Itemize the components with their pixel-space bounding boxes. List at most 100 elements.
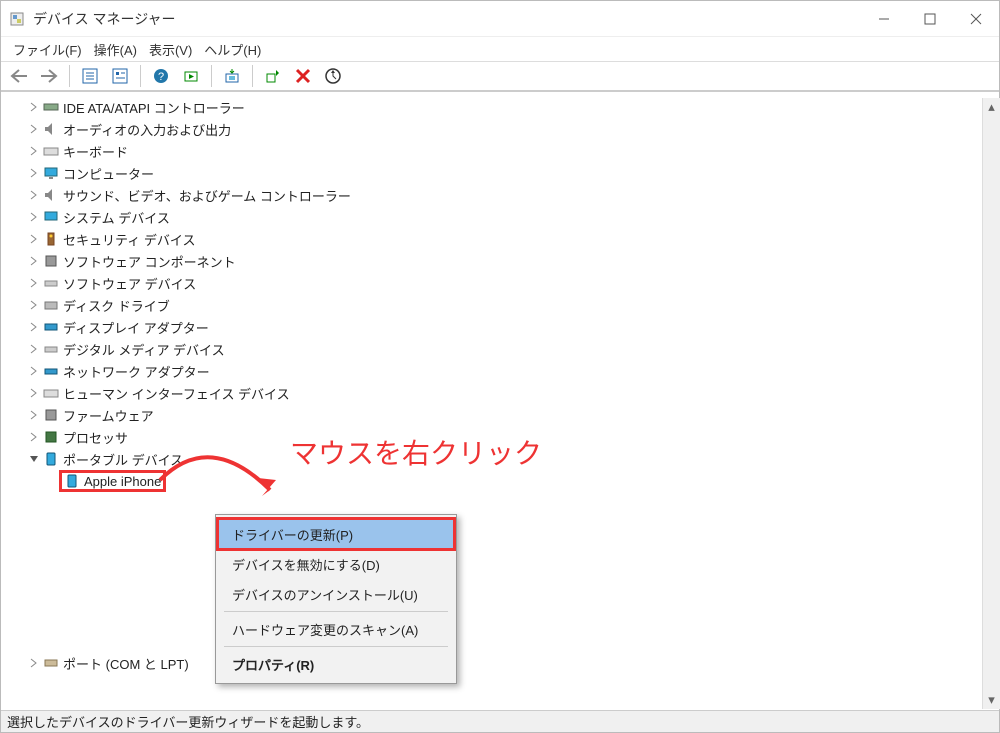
menu-file[interactable]: ファイル(F) (13, 40, 82, 59)
security-icon (43, 231, 59, 247)
node-label: IDE ATA/ATAPI コントローラー (63, 98, 245, 117)
tree-node-processor[interactable]: プロセッサ (3, 426, 997, 448)
ctx-update-driver[interactable]: ドライバーの更新(P) (218, 519, 454, 549)
menu-view[interactable]: 表示(V) (149, 40, 192, 59)
help-button[interactable]: ? (149, 64, 173, 88)
ctx-label: プロパティ(R) (232, 655, 314, 674)
scan-hardware-button[interactable] (321, 64, 345, 88)
tree-node-ide[interactable]: IDE ATA/ATAPI コントローラー (3, 96, 997, 118)
expand-icon[interactable] (25, 658, 43, 668)
tree-node-apple-iphone[interactable]: Apple iPhone (3, 470, 997, 492)
ctx-uninstall-device[interactable]: デバイスのアンインストール(U) (218, 579, 454, 609)
window-title: デバイス マネージャー (33, 9, 861, 29)
node-label: デジタル メディア デバイス (63, 340, 225, 359)
menu-action[interactable]: 操作(A) (94, 40, 137, 59)
expand-icon[interactable] (25, 366, 43, 376)
tree-node-sound[interactable]: サウンド、ビデオ、およびゲーム コントローラー (3, 184, 997, 206)
device-tree-pane[interactable]: IDE ATA/ATAPI コントローラー オーディオの入力および出力 キーボー… (1, 91, 999, 710)
statusbar: 選択したデバイスのドライバー更新ウィザードを起動します。 (1, 710, 999, 732)
tree-node-disk[interactable]: ディスク ドライブ (3, 294, 997, 316)
scroll-up-icon[interactable]: ▴ (983, 98, 1000, 116)
tree-node-audio[interactable]: オーディオの入力および出力 (3, 118, 997, 140)
maximize-button[interactable] (907, 3, 953, 35)
tree-node-swcomp[interactable]: ソフトウェア コンポーネント (3, 250, 997, 272)
toolbar-divider (69, 65, 70, 87)
node-label: セキュリティ デバイス (63, 230, 195, 249)
ctx-label: デバイスを無効にする(D) (232, 555, 380, 574)
media-icon (43, 341, 59, 357)
show-all-button[interactable] (78, 64, 102, 88)
ctx-label: ハードウェア変更のスキャン(A) (232, 620, 418, 639)
node-label: システム デバイス (63, 208, 170, 227)
tree-node-display[interactable]: ディスプレイ アダプター (3, 316, 997, 338)
context-menu: ドライバーの更新(P) デバイスを無効にする(D) デバイスのアンインストール(… (215, 514, 457, 684)
vertical-scrollbar[interactable]: ▴ ▾ (982, 98, 1000, 709)
expand-icon[interactable] (25, 322, 43, 332)
expand-icon[interactable] (25, 190, 43, 200)
tree-node-firmware[interactable]: ファームウェア (3, 404, 997, 426)
tree-node-ports[interactable]: ポート (COM と LPT) (3, 652, 997, 674)
computer-icon (43, 209, 59, 225)
node-label: ソフトウェア コンポーネント (63, 252, 236, 271)
expand-icon[interactable] (25, 278, 43, 288)
portable-icon (43, 451, 59, 467)
ctx-scan-hardware[interactable]: ハードウェア変更のスキャン(A) (218, 614, 454, 644)
keyboard-icon (43, 143, 59, 159)
expand-icon[interactable] (25, 234, 43, 244)
back-button[interactable] (7, 64, 31, 88)
enable-device-button[interactable] (261, 64, 285, 88)
properties-button[interactable] (108, 64, 132, 88)
expand-icon[interactable] (25, 212, 43, 222)
tree-node-swdev[interactable]: ソフトウェア デバイス (3, 272, 997, 294)
component-icon (43, 253, 59, 269)
ctx-properties[interactable]: プロパティ(R) (218, 649, 454, 679)
node-label: コンピューター (63, 164, 154, 183)
scan-button[interactable] (179, 64, 203, 88)
node-label: サウンド、ビデオ、およびゲーム コントローラー (63, 186, 351, 205)
node-label: ポート (COM と LPT) (63, 654, 189, 673)
expand-icon[interactable] (25, 432, 43, 442)
disk-icon (43, 297, 59, 313)
close-button[interactable] (953, 3, 999, 35)
node-label: ヒューマン インターフェイス デバイス (63, 384, 290, 403)
expand-icon[interactable] (25, 102, 43, 112)
toolbar-divider (140, 65, 141, 87)
titlebar: デバイス マネージャー (1, 1, 999, 37)
expand-icon[interactable] (25, 256, 43, 266)
tree-node-network[interactable]: ネットワーク アダプター (3, 360, 997, 382)
expand-icon[interactable] (25, 124, 43, 134)
network-icon (43, 363, 59, 379)
ctx-label: ドライバーの更新(P) (232, 525, 353, 544)
tree-node-hid[interactable]: ヒューマン インターフェイス デバイス (3, 382, 997, 404)
tree-node-digitalmedia[interactable]: デジタル メディア デバイス (3, 338, 997, 360)
expand-icon[interactable] (25, 146, 43, 156)
collapse-icon[interactable] (25, 454, 43, 464)
tree-node-system[interactable]: システム デバイス (3, 206, 997, 228)
window-controls (861, 3, 999, 35)
menu-help[interactable]: ヘルプ(H) (204, 40, 261, 59)
tree-node-computer[interactable]: コンピューター (3, 162, 997, 184)
ctx-disable-device[interactable]: デバイスを無効にする(D) (218, 549, 454, 579)
update-driver-button[interactable] (220, 64, 244, 88)
port-icon (43, 655, 59, 671)
tree-node-keyboard[interactable]: キーボード (3, 140, 997, 162)
tree-node-portable[interactable]: ポータブル デバイス (3, 448, 997, 470)
phone-icon (64, 473, 80, 489)
tree-node-security[interactable]: セキュリティ デバイス (3, 228, 997, 250)
expand-icon[interactable] (25, 168, 43, 178)
node-label: プロセッサ (63, 428, 128, 447)
node-label: ファームウェア (63, 406, 154, 425)
controller-icon (43, 99, 59, 115)
expand-icon[interactable] (25, 388, 43, 398)
expand-icon[interactable] (25, 344, 43, 354)
app-icon (9, 11, 25, 27)
uninstall-device-button[interactable] (291, 64, 315, 88)
node-label: ソフトウェア デバイス (63, 274, 196, 293)
forward-button[interactable] (37, 64, 61, 88)
speaker-icon (43, 121, 59, 137)
scroll-down-icon[interactable]: ▾ (983, 691, 1000, 709)
expand-icon[interactable] (25, 300, 43, 310)
minimize-button[interactable] (861, 3, 907, 35)
expand-icon[interactable] (25, 410, 43, 420)
ctx-divider (224, 611, 448, 612)
